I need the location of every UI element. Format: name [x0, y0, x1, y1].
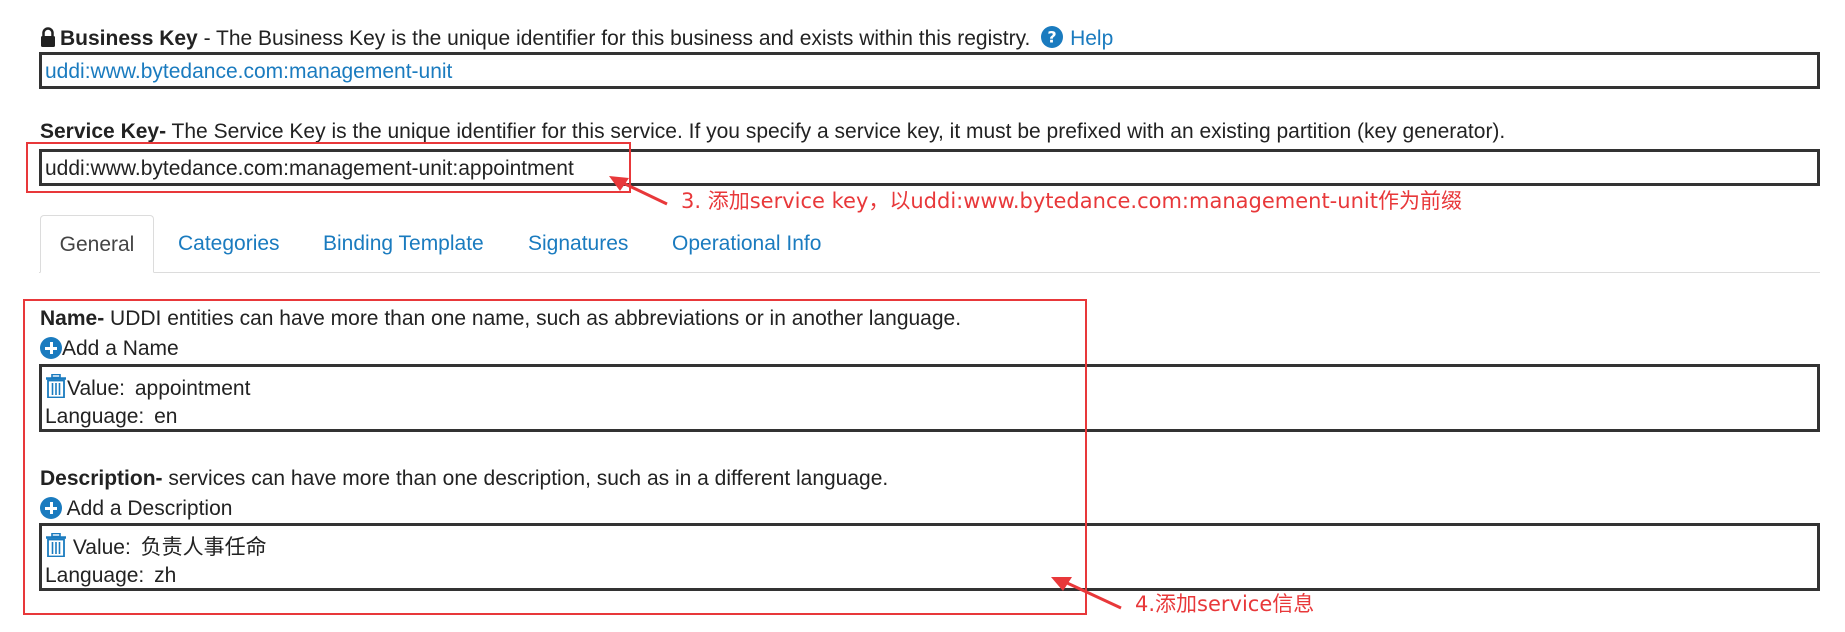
service-info-highlight [23, 299, 1087, 615]
service-key-header: Service Key- The Service Key is the uniq… [40, 120, 1505, 144]
annotation-arrow-3 [609, 176, 668, 206]
tab-general[interactable]: General [40, 215, 154, 273]
svg-text:?: ? [1048, 28, 1057, 47]
help-icon[interactable]: ? [1040, 25, 1064, 55]
tab-categories[interactable]: Categories [178, 215, 280, 273]
help-link[interactable]: ? Help [1036, 26, 1113, 50]
help-label[interactable]: Help [1070, 27, 1113, 50]
lock-icon [40, 27, 56, 53]
annotation-step3: 3. 添加service key，以uddi:www.bytedance.com… [681, 189, 1462, 213]
service-key-description: The Service Key is the unique identifier… [166, 120, 1506, 143]
business-key-separator: - [197, 27, 217, 50]
tab-operational-info[interactable]: Operational Info [672, 215, 821, 273]
business-key-field: uddi:www.bytedance.com:management-unit [39, 52, 1820, 89]
service-key-label: Service Key [40, 120, 160, 143]
business-key-description: The Business Key is the unique identifie… [216, 27, 1031, 50]
tab-binding-template[interactable]: Binding Template [323, 215, 484, 273]
tab-signatures[interactable]: Signatures [528, 215, 628, 273]
business-key-header: Business Key - The Business Key is the u… [40, 25, 1113, 55]
business-key-value: uddi:www.bytedance.com:management-unit [45, 60, 453, 83]
service-key-highlight [26, 142, 631, 193]
annotation-step4: 4.添加service信息 [1135, 592, 1315, 616]
tab-bar-divider [39, 272, 1820, 273]
business-key-label: Business Key [60, 27, 198, 50]
annotation-arrow-4 [1051, 577, 1122, 610]
